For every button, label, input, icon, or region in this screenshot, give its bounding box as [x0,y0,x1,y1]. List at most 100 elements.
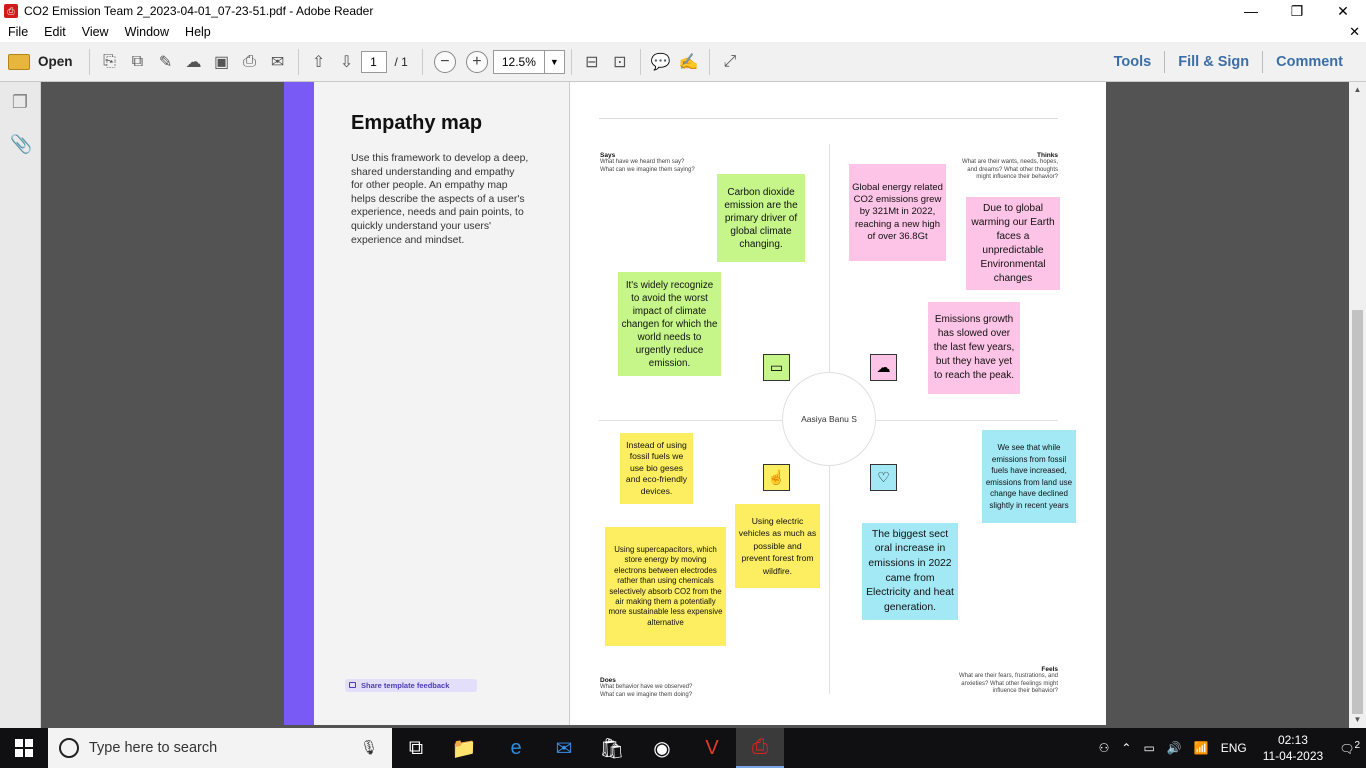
feedback-label: Share template feedback [361,681,450,690]
volume-icon[interactable]: 🔊 [1161,741,1188,755]
says-label: Says What have we heard them say? What ca… [600,151,695,173]
open-button[interactable]: Open [0,47,83,77]
chrome-icon[interactable]: ◉ [638,728,686,768]
page-total: / 1 [394,54,408,69]
full-screen-icon[interactable]: ⤢ [716,47,744,77]
persona-name: Aasiya Banu S [801,414,857,424]
previous-page-icon[interactable]: ⇧ [305,47,333,77]
info-panel: Empathy map Use this framework to develo… [314,82,570,725]
scroll-mode-icon[interactable]: ⊟ [578,47,606,77]
sticky-note[interactable]: Using supercapacitors, which store energ… [605,527,726,646]
edge-icon[interactable]: e [492,728,540,768]
sticky-note[interactable]: Emissions growth has slowed over the las… [928,302,1020,394]
vertical-scrollbar[interactable]: ▲ ▼ [1349,82,1366,728]
clock-time: 02:13 [1277,733,1308,747]
upload-cloud-icon[interactable]: ☁ [180,47,208,77]
speech-bubble-icon: ▭ [763,354,790,381]
feedback-icon [349,682,356,688]
thinks-label: Thinks What are their wants, needs, hopes… [961,151,1058,181]
taskbar-search[interactable]: Type here to search 🎙 [48,728,392,768]
minimize-button[interactable]: — [1228,0,1274,22]
clock-date: 11-04-2023 [1262,749,1324,763]
notifications-icon[interactable]: 🗨2 [1333,740,1366,756]
sticky-note[interactable]: Using electric vehicles as much as possi… [735,504,820,588]
sticky-note[interactable]: It's widely recognize to avoid the worst… [618,272,721,376]
navigation-pane: ❐ 📎 [0,82,41,728]
pdf-page: Empathy map Use this framework to develo… [284,82,1106,725]
sticky-note[interactable]: Carbon dioxide emission are the primary … [717,174,805,262]
sticky-note[interactable]: The biggest sect oral increase in emissi… [862,523,958,620]
combine-files-icon[interactable]: ⧉ [124,47,152,77]
panel-description: Use this framework to develop a deep, sh… [351,153,529,246]
fill-sign-link[interactable]: Fill & Sign [1165,54,1262,70]
vlc-icon[interactable]: V [688,728,736,768]
divider [599,118,1058,119]
heart-icon: ♡ [870,464,897,491]
mail-icon[interactable]: ✉ [540,728,588,768]
wifi-icon[interactable]: 📶 [1188,741,1215,755]
menu-edit[interactable]: Edit [36,25,74,39]
attachments-icon[interactable]: 📎 [10,134,32,156]
sticky-note[interactable]: Due to global warming our Earth faces a … [966,197,1060,290]
file-explorer-icon[interactable]: 📁 [440,728,488,768]
horizontal-axis-right [876,420,1058,421]
scroll-down-icon[interactable]: ▼ [1349,712,1366,728]
persona-circle: Aasiya Banu S [782,372,876,466]
sticky-note[interactable]: Global energy related CO2 emissions grew… [849,164,946,261]
share-feedback-button[interactable]: Share template feedback [345,679,477,692]
sticky-note[interactable]: Instead of using fossil fuels we use bio… [620,433,693,504]
adobe-reader-icon: ⎙ [4,4,18,18]
zoom-select[interactable]: 12.5% ▼ [492,49,565,74]
save-icon[interactable]: ▣ [208,47,236,77]
scroll-up-icon[interactable]: ▲ [1349,82,1366,98]
comment-link[interactable]: Comment [1263,54,1356,70]
restore-button[interactable]: ❐ [1274,0,1320,22]
clock[interactable]: 02:13 11-04-2023 [1253,732,1334,764]
people-icon[interactable]: ⚇ [1093,741,1116,755]
folder-icon [8,53,30,70]
toolbar-divider [88,48,90,75]
sticky-note[interactable]: We see that while emissions from fossil … [982,430,1076,523]
horizontal-axis-left [599,420,782,421]
feels-label: Feels What are their fears, frustrations,… [958,665,1058,695]
zoom-out-icon[interactable]: − [433,50,456,73]
microphone-icon[interactable]: 🎙 [360,739,378,756]
sticky-note-icon[interactable]: 💬 [647,47,675,77]
chevron-down-icon[interactable]: ▼ [543,50,564,73]
battery-icon[interactable]: ▭ [1137,741,1160,755]
menu-view[interactable]: View [74,25,117,39]
print-icon[interactable]: ⎙ [236,47,264,77]
toolbar-divider [639,48,641,75]
create-pdf-icon[interactable]: ⎘ [96,47,124,77]
does-label: Does What behavior have we observed? What… [600,676,693,698]
page-thumbnails-icon[interactable]: ❐ [10,92,30,114]
zoom-in-icon[interactable]: + [465,50,488,73]
menu-bar: File Edit View Window Help ✕ [0,22,1366,42]
edit-pdf-icon[interactable]: ✎ [152,47,180,77]
menu-window[interactable]: Window [117,25,177,39]
task-view-icon[interactable]: ⧉ [392,728,440,768]
taskbar: Type here to search 🎙 ⧉ 📁 e ✉ 🛍 ◉ V ⎙ ⚇ … [0,728,1366,768]
tools-link[interactable]: Tools [1101,54,1165,70]
menu-help[interactable]: Help [177,25,219,39]
scrollbar-thumb[interactable] [1352,310,1363,714]
thought-bubble-icon: ☁ [870,354,897,381]
next-page-icon[interactable]: ⇩ [333,47,361,77]
page-number-input[interactable]: 1 [360,50,387,73]
adobe-reader-taskbar-icon[interactable]: ⎙ [736,728,784,768]
highlight-icon[interactable]: ✍ [675,47,703,77]
menu-file[interactable]: File [0,25,36,39]
store-icon[interactable]: 🛍 [588,728,636,768]
open-label: Open [38,54,73,69]
close-button[interactable]: ✕ [1320,0,1366,22]
pointing-hand-icon: ☝ [763,464,790,491]
start-button[interactable] [0,728,48,768]
chevron-up-icon[interactable]: ⌃ [1115,741,1137,755]
email-icon[interactable]: ✉ [264,47,292,77]
close-document-button[interactable]: ✕ [1349,24,1360,40]
toolbar-divider [570,48,572,75]
language-indicator[interactable]: ENG [1215,741,1253,755]
accent-bar [284,82,314,725]
fit-page-icon[interactable]: ⊡ [606,47,634,77]
toolbar-divider [708,48,710,75]
